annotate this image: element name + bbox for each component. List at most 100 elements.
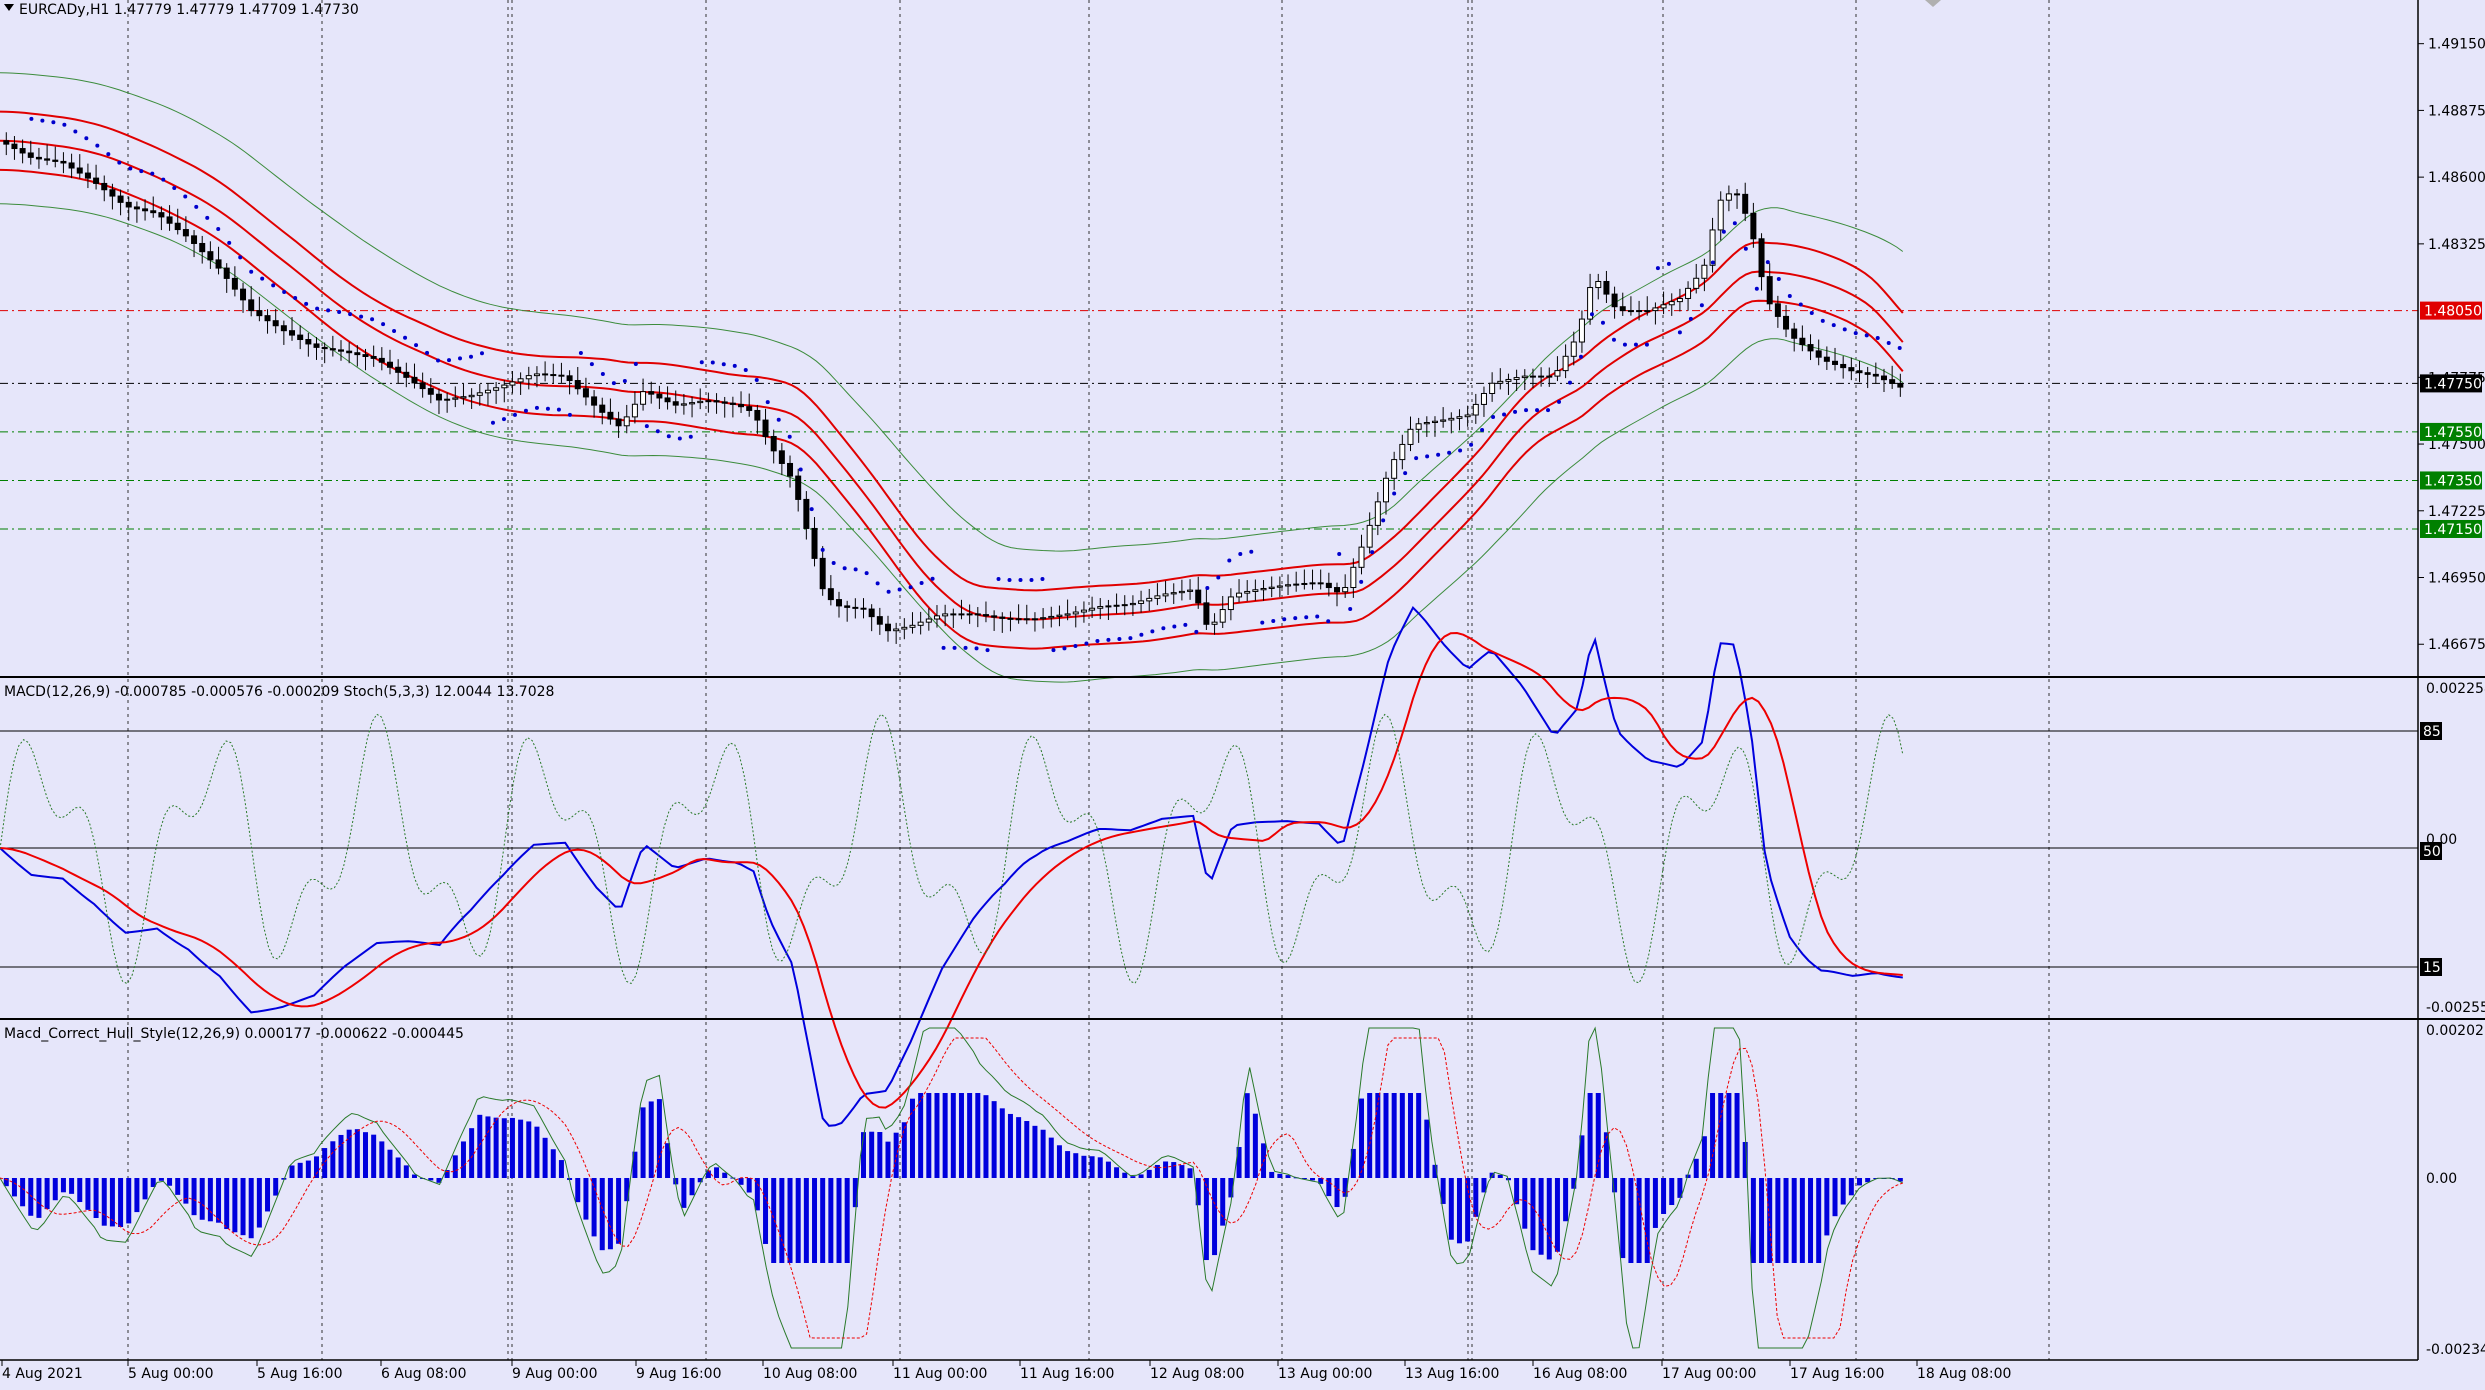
hull-histogram-bar — [1187, 1168, 1193, 1178]
psar-dot — [754, 377, 759, 382]
candle-body — [1382, 477, 1389, 503]
psar-dot — [161, 177, 166, 182]
hull-histogram-bar — [501, 1118, 507, 1178]
psar-dot — [523, 408, 528, 413]
candle-body — [1856, 370, 1863, 374]
candle-body — [1603, 280, 1610, 295]
psar-dot — [1886, 340, 1891, 345]
hull-histogram-bar — [1857, 1178, 1863, 1186]
psar-dot — [490, 420, 495, 425]
psar-dot — [1359, 579, 1364, 584]
psar-dot — [677, 436, 682, 441]
candle-body — [1758, 238, 1765, 278]
hull-histogram-bar — [1179, 1165, 1185, 1178]
psar-dot — [820, 547, 825, 552]
candle-body — [1497, 380, 1504, 384]
psar-dot — [985, 648, 990, 653]
hull-histogram-bar — [69, 1178, 75, 1194]
hull-histogram-bar — [1799, 1178, 1805, 1263]
candle-body — [1750, 212, 1757, 240]
psar-dot — [1007, 577, 1012, 582]
psar-dot — [271, 283, 276, 288]
hull-histogram-bar — [1726, 1093, 1732, 1178]
hull-header: Macd_Correct_Hull_Style(12,26,9) 0.00017… — [4, 1026, 464, 1042]
time-tick-label: 18 Aug 08:00 — [1917, 1366, 2011, 1382]
candle-body — [264, 315, 271, 322]
hull-histogram-bar — [1734, 1093, 1740, 1178]
candle-body — [1056, 614, 1063, 617]
hull-histogram-bar — [118, 1178, 124, 1227]
candle-body — [174, 222, 181, 231]
candle-body — [1129, 602, 1136, 606]
psar-dot — [73, 129, 78, 134]
candle-body — [656, 393, 663, 399]
hull-histogram-bar — [289, 1165, 295, 1178]
candle-body — [362, 354, 369, 358]
candle-body — [1709, 229, 1716, 266]
price-tick-label: 1.48600 — [2428, 170, 2485, 186]
hull-histogram-bar — [20, 1178, 26, 1207]
hull-histogram-bar — [1824, 1178, 1830, 1236]
hull-histogram-bar — [926, 1093, 932, 1178]
candle-body — [44, 158, 51, 161]
candle-body — [280, 325, 287, 332]
hull-histogram-bar — [1040, 1129, 1046, 1178]
time-tick-label: 6 Aug 08:00 — [381, 1366, 467, 1382]
candle-body — [680, 403, 687, 406]
candle-body — [1783, 315, 1790, 330]
hull-histogram-bar — [999, 1108, 1005, 1178]
hull-histogram-bar — [1097, 1157, 1103, 1178]
candle-body — [1742, 193, 1749, 214]
psar-dot — [1568, 380, 1572, 385]
hull-histogram-bar — [452, 1155, 458, 1178]
hull-histogram-bar — [1391, 1093, 1397, 1178]
hull-histogram-bar — [975, 1093, 981, 1178]
hull-histogram-bar — [1081, 1155, 1087, 1178]
psar-dot — [106, 152, 111, 157]
candle-body — [468, 394, 475, 398]
candle-body — [501, 384, 508, 389]
psar-dot — [260, 276, 265, 281]
psar-dot — [479, 351, 484, 356]
hull-histogram-bar — [265, 1178, 271, 1212]
psar-dot — [1732, 221, 1737, 226]
candle-body — [1717, 199, 1724, 231]
candle-body — [876, 616, 883, 625]
candle-body — [729, 402, 736, 405]
psar-dot — [809, 507, 814, 512]
candle-body — [354, 352, 361, 356]
candle-body — [338, 349, 345, 352]
candle-body — [460, 396, 467, 399]
candle-body — [1211, 621, 1218, 625]
psar-dot — [216, 226, 221, 231]
candle-body — [1325, 582, 1332, 589]
candle-body — [101, 182, 108, 191]
candle-body — [1301, 582, 1308, 585]
candle-body — [1023, 618, 1030, 621]
candle-body — [1309, 582, 1316, 585]
candle-body — [1260, 587, 1267, 591]
candle-body — [419, 382, 426, 390]
psar-dot — [1084, 641, 1089, 646]
hull-histogram-bar — [1522, 1178, 1528, 1229]
hull-histogram-bar — [199, 1178, 205, 1220]
hull-histogram-bar — [77, 1178, 83, 1203]
hull-histogram-bar — [1032, 1125, 1038, 1178]
psar-dot — [392, 328, 397, 333]
candle-body — [966, 613, 973, 616]
hull-axis-mid: 0.00 — [2426, 1171, 2457, 1187]
hull-histogram-bar — [1244, 1093, 1250, 1178]
hull-histogram-bar — [1832, 1178, 1838, 1217]
psar-dot — [897, 587, 902, 592]
hull-histogram-bar — [1048, 1137, 1054, 1178]
hull-histogram-bar — [207, 1178, 213, 1222]
candle-body — [256, 310, 263, 317]
candle-body — [844, 605, 851, 608]
candle-body — [1105, 605, 1112, 608]
candle-body — [378, 357, 385, 363]
candle-body — [1644, 310, 1651, 313]
stoch-level-label: 15 — [2423, 960, 2441, 976]
trading-chart[interactable]: 1.491501.488751.486001.483251.477751.475… — [0, 0, 2485, 1390]
candle-body — [395, 366, 402, 373]
candle-body — [199, 242, 206, 253]
